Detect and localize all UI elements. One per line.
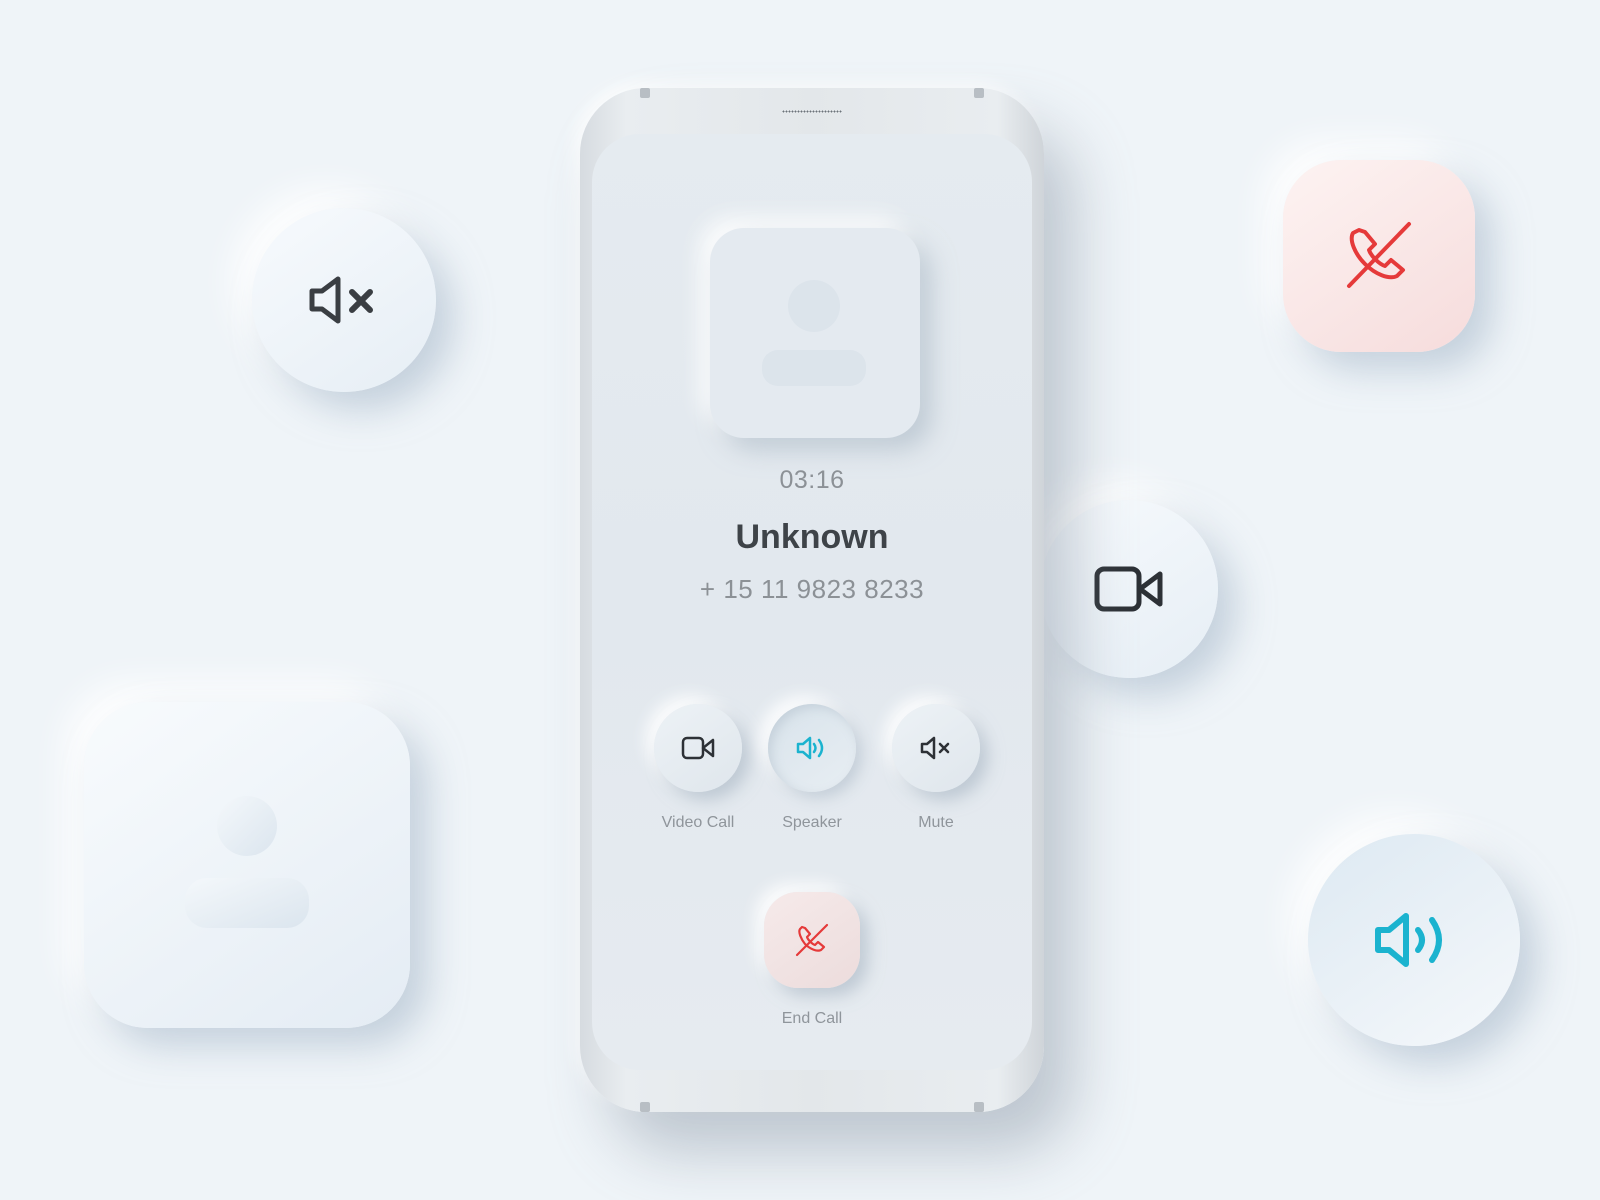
end-call-control: End Call [752,892,872,1028]
floating-video-call-button[interactable] [1040,500,1218,678]
floating-avatar-tile [84,702,410,1028]
floating-end-call-button[interactable] [1283,160,1475,352]
mute-label: Mute [918,814,954,831]
video-camera-icon [681,736,715,760]
speaker-button[interactable] [768,704,856,792]
video-camera-icon [1094,566,1163,612]
phone-antenna-line [640,1102,650,1112]
speaker-muted-icon [920,736,950,760]
caller-avatar [710,228,920,438]
speaker-control: Speaker [752,704,872,832]
speaker-muted-icon [309,276,373,324]
user-avatar-icon [185,796,309,928]
call-screen: 03:16 Unknown + 15 11 9823 8233 Video Ca… [592,134,1032,1070]
end-call-label: End Call [781,1010,843,1027]
video-call-control: Video Call [638,704,758,832]
video-call-label: Video Call [661,814,735,831]
phone-antenna-line [640,88,650,98]
caller-name: Unknown [735,518,889,556]
speaker-volume-icon [796,736,824,760]
mute-button[interactable] [892,704,980,792]
phone-mockup: 03:16 Unknown + 15 11 9823 8233 Video Ca… [580,88,1044,1112]
video-call-button[interactable] [654,704,742,792]
phone-antenna-line [974,1102,984,1112]
mute-control: Mute [876,704,996,832]
floating-mute-button[interactable] [252,208,436,392]
phone-antenna-line [974,88,984,98]
speaker-volume-icon [1375,913,1442,967]
call-timer: 03:16 [779,466,845,494]
caller-number: + 15 11 9823 8233 [699,574,925,604]
phone-hangup-icon [1347,222,1411,288]
phone-hangup-icon [795,923,829,957]
earpiece-grille [782,110,842,113]
end-call-button[interactable] [764,892,860,988]
floating-speaker-button[interactable] [1308,834,1520,1046]
user-avatar-icon [762,280,866,386]
speaker-label: Speaker [782,814,842,831]
